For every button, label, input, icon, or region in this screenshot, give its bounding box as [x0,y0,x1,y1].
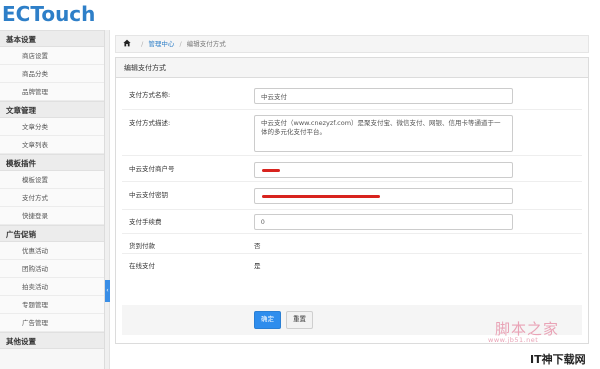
sidebar-group-templates[interactable]: 模板插件 [0,154,104,171]
payment-form: 支付方式名称: 支付方式描述: 中云支付（www.cnezyzf.com）是聚支… [122,83,582,338]
sidebar-item-ads[interactable]: 广告管理 [0,314,104,332]
payment-name-input[interactable] [254,88,513,104]
form-row-online: 在线支付 是 [122,254,582,275]
sidebar-group-basic[interactable]: 基本设置 [0,30,104,47]
sidebar-group-promotions[interactable]: 广告促销 [0,225,104,242]
sidebar-item-group-buying[interactable]: 团购活动 [0,260,104,278]
online-value: 是 [254,262,261,270]
merchant-id-input[interactable] [254,162,513,178]
reset-button[interactable]: 重置 [286,311,313,329]
form-row-description: 支付方式描述: 中云支付（www.cnezyzf.com）是聚支付宝、微信支付、… [122,110,582,156]
breadcrumb-separator: / [141,40,144,48]
form-row-fee: 支付手续费 [122,210,582,234]
app-logo: ECTouch [2,2,96,26]
sidebar-item-topics[interactable]: 专题管理 [0,296,104,314]
submit-button[interactable]: 确定 [254,311,281,329]
breadcrumb-current: 编辑支付方式 [186,40,226,48]
collapse-arrow-icon[interactable]: ‹ [105,280,110,302]
redaction-mark [262,169,280,172]
merchant-id-label: 中云支付商户号 [129,165,175,173]
fee-input[interactable] [254,214,513,230]
cod-value: 否 [254,242,261,250]
sidebar-group-articles[interactable]: 文章管理 [0,101,104,118]
secret-key-label: 中云支付密钥 [129,191,168,199]
sidebar-item-product-category[interactable]: 商品分类 [0,65,104,83]
panel-title: 编辑支付方式 [116,58,588,78]
form-row-cod: 货到付款 否 [122,234,582,254]
sidebar-collapse-bar[interactable]: ‹ [105,30,110,369]
sidebar-item-auctions[interactable]: 拍卖活动 [0,278,104,296]
cod-label: 货到付款 [129,242,155,250]
sidebar-item-payment-methods[interactable]: 支付方式 [0,189,104,207]
top-header: ECTouch [0,0,600,30]
sidebar-item-article-list[interactable]: 文章列表 [0,136,104,154]
form-row-merchant-id: 中云支付商户号 [122,156,582,182]
sidebar-item-quick-login[interactable]: 快捷登录 [0,207,104,225]
secret-key-input[interactable] [254,188,513,204]
sidebar-item-discounts[interactable]: 优惠活动 [0,242,104,260]
home-icon[interactable] [123,39,131,47]
edit-payment-panel: 编辑支付方式 支付方式名称: 支付方式描述: 中云支付（www.cnezyzf.… [115,57,589,344]
download-watermark: IT神下载网 [530,353,586,366]
breadcrumb-link-admin-center[interactable]: 管理中心 [148,40,174,48]
name-label: 支付方式名称: [129,91,171,99]
sidebar-item-brand-management[interactable]: 品牌管理 [0,83,104,101]
site-url-watermark: www.jb51.net [488,336,539,344]
breadcrumb-separator: / [179,40,182,48]
redaction-mark [262,195,380,198]
sidebar-item-article-category[interactable]: 文章分类 [0,118,104,136]
form-row-name: 支付方式名称: [122,83,582,110]
payment-description-textarea[interactable]: 中云支付（www.cnezyzf.com）是聚支付宝、微信支付、网银、信用卡等通… [254,115,513,152]
online-label: 在线支付 [129,262,155,270]
sidebar: 基本设置 商店设置 商品分类 品牌管理 文章管理 文章分类 文章列表 模板插件 … [0,30,105,369]
sidebar-item-store-settings[interactable]: 商店设置 [0,47,104,65]
sidebar-group-other[interactable]: 其他设置 [0,332,104,349]
form-row-secret-key: 中云支付密钥 [122,182,582,210]
description-label: 支付方式描述: [129,119,171,127]
sidebar-item-template-settings[interactable]: 模板设置 [0,171,104,189]
fee-label: 支付手续费 [129,218,162,226]
breadcrumb: / 管理中心 / 编辑支付方式 [115,35,589,53]
